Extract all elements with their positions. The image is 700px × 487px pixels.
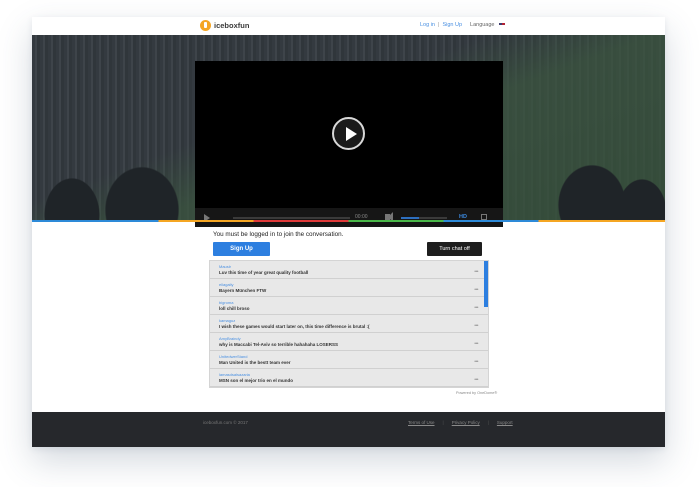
volume-slider[interactable] (401, 217, 447, 219)
turn-chat-off-button[interactable]: Turn chat off (427, 242, 482, 256)
more-options-icon[interactable]: ••• (474, 359, 478, 365)
us-flag-icon[interactable] (498, 23, 505, 27)
player-controls: 00:00 HD (195, 208, 503, 227)
more-options-icon[interactable]: ••• (474, 287, 478, 293)
more-options-icon[interactable]: ••• (474, 341, 478, 347)
login-prompt: You must be logged in to join the conver… (213, 231, 344, 238)
message-text: loll chill broso (219, 306, 250, 311)
stadium-hero-background: 00:00 HD (32, 35, 665, 227)
chat-message: AmyBraindy why is Maccabi Tel-Aviv so te… (210, 333, 488, 351)
language-selector[interactable]: Language (470, 22, 494, 28)
header-nav: Log in | Sign Up Language (420, 22, 505, 28)
page-footer: iceboxfun.com © 2017 Terms of Use | Priv… (32, 412, 665, 447)
chat-message: kamaguz I wish these games would start l… (210, 315, 488, 333)
top-navigation-bar: iceboxfun Log in | Sign Up Language (32, 17, 665, 35)
footer-links: Terms of Use | Privacy Policy | Support (408, 420, 513, 425)
video-player[interactable]: 00:00 HD (195, 61, 503, 227)
color-stripe-divider (32, 220, 665, 222)
more-options-icon[interactable]: ••• (474, 269, 478, 275)
nav-separator: | (438, 22, 440, 28)
message-text: Luv this time of year great quality foot… (219, 270, 309, 275)
message-text: Man United is the bestt team ever (219, 360, 291, 365)
login-link[interactable]: Log in (420, 22, 435, 28)
chat-signup-button[interactable]: Sign Up (213, 242, 270, 256)
brand-logo[interactable]: iceboxfun (200, 20, 249, 31)
footer-separator: | (442, 420, 444, 425)
more-options-icon[interactable]: ••• (474, 377, 478, 383)
play-icon[interactable] (332, 117, 365, 150)
message-text: I wish these games would start later on,… (219, 324, 370, 329)
terms-link[interactable]: Terms of Use (408, 420, 435, 425)
message-text: MSN son el mejor trio en el mundo (219, 378, 294, 383)
progress-bar[interactable] (233, 217, 350, 219)
privacy-link[interactable]: Privacy Policy (452, 420, 480, 425)
footer-separator: | (487, 420, 489, 425)
more-options-icon[interactable]: ••• (474, 305, 478, 311)
chat-message: Mauslr Luv this time of year great quali… (210, 261, 488, 279)
chat-message: lamasdsalsazaria MSN son el mejor trio e… (210, 369, 488, 387)
browser-page: iceboxfun Log in | Sign Up Language 00:0… (32, 17, 665, 447)
chat-message-list[interactable]: Mauslr Luv this time of year great quali… (209, 260, 489, 388)
logo-icon (200, 20, 211, 31)
chat-message: ellagaliy Bayern München FTW ••• (210, 279, 488, 297)
chat-message: UnitedwerStand Man United is the bestt t… (210, 351, 488, 369)
signup-link[interactable]: Sign Up (442, 22, 462, 28)
chat-message: bigroma loll chill broso ••• (210, 297, 488, 315)
message-text: Bayern München FTW (219, 288, 267, 293)
powered-by-label[interactable]: Powered by OneDome® (456, 391, 497, 395)
brand-name: iceboxfun (214, 21, 250, 30)
message-text: why is Maccabi Tel-Aviv so terrible haha… (219, 342, 339, 347)
copyright-text: iceboxfun.com © 2017 (203, 420, 248, 425)
chat-scrollbar[interactable] (484, 261, 488, 307)
support-link[interactable]: Support (497, 420, 513, 425)
more-options-icon[interactable]: ••• (474, 323, 478, 329)
